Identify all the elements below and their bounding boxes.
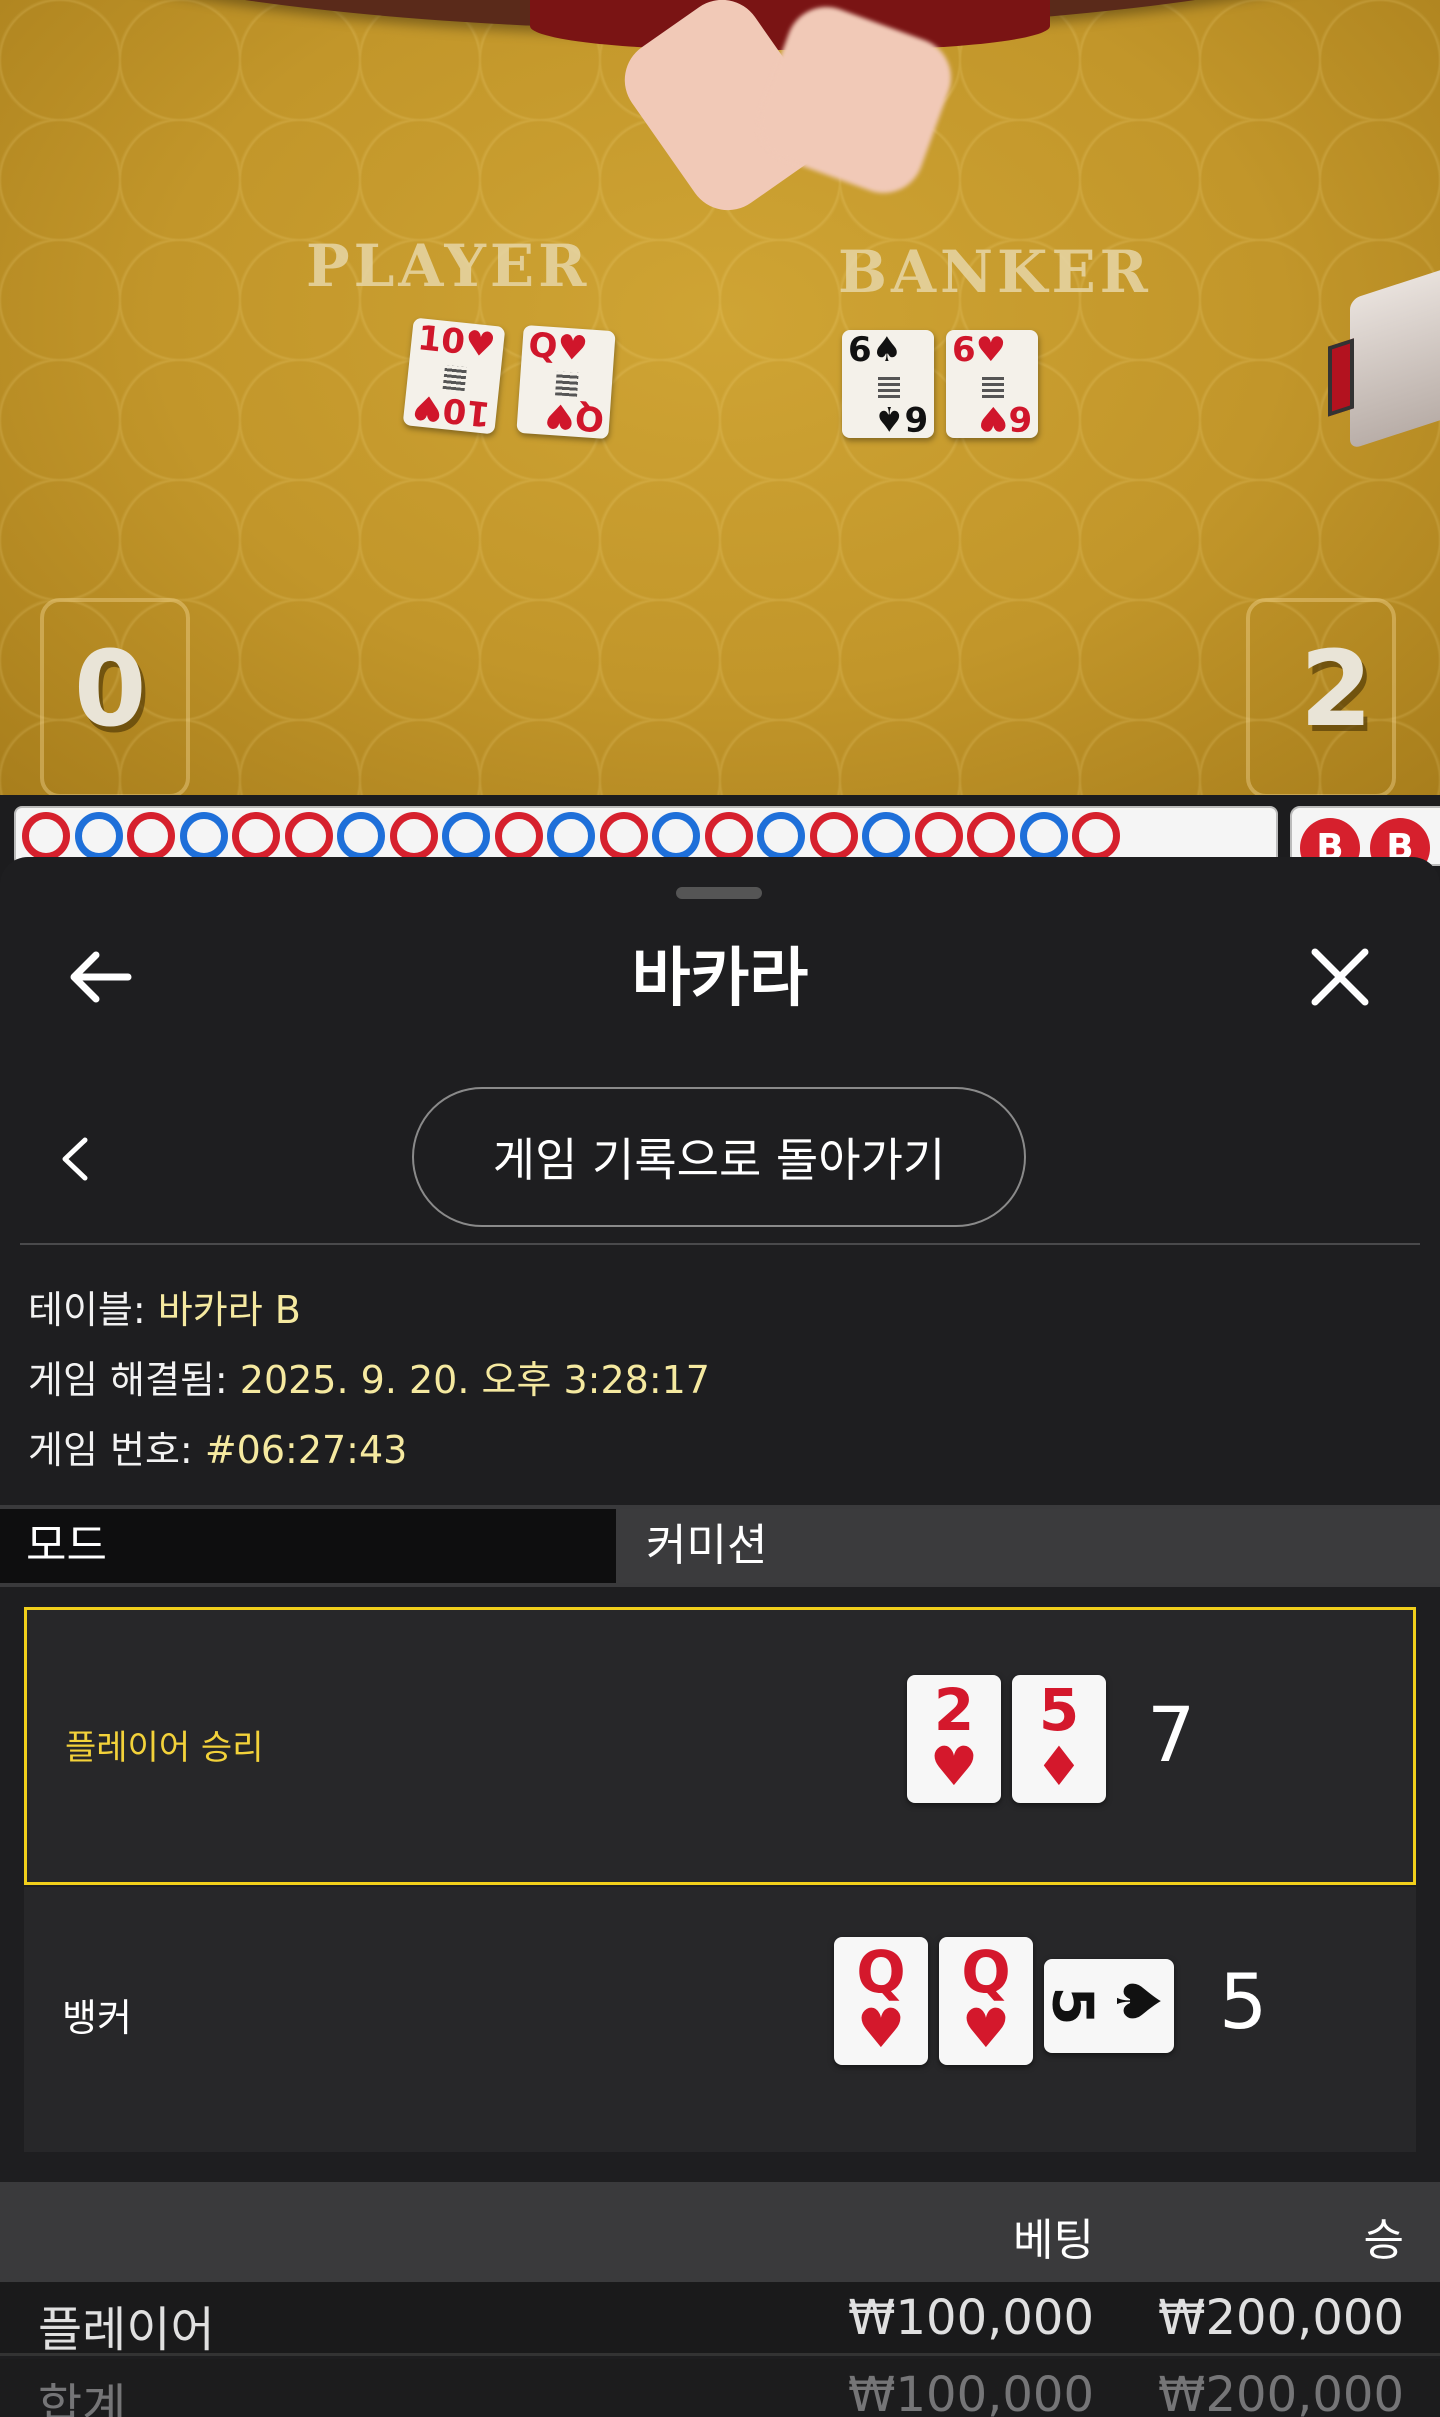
player-score: 0 bbox=[74, 628, 147, 750]
banker-score: 2 bbox=[1300, 628, 1373, 750]
banker-card-3: 5 ♠ bbox=[1039, 1959, 1174, 2053]
player-bead bbox=[74, 812, 123, 860]
player-result-label: 플레이어 승리 bbox=[65, 1728, 264, 1768]
mode-label: 모드 bbox=[0, 1509, 620, 1583]
banker-bead bbox=[284, 812, 333, 860]
banker-bead bbox=[599, 812, 648, 860]
previous-button[interactable] bbox=[44, 1119, 104, 1199]
bet-column-header: 베팅 bbox=[1013, 2215, 1094, 2266]
banker-card-2: Q ♥ bbox=[939, 1937, 1033, 2065]
banker-bead bbox=[232, 812, 280, 860]
player-bead bbox=[337, 812, 385, 860]
bets-table-header: 베팅 승 bbox=[0, 2182, 1440, 2282]
resolved-info: 게임 해결됨: 2025. 9. 20. 오후 3:28:17 bbox=[28, 1358, 710, 1402]
chevron-left-icon bbox=[62, 1137, 88, 1181]
close-button[interactable] bbox=[1300, 937, 1380, 1017]
banker-bead bbox=[967, 812, 1015, 860]
banker-points: 5 bbox=[1219, 1957, 1268, 2046]
banker-bead bbox=[494, 812, 543, 860]
return-to-history-button[interactable]: 게임 기록으로 돌아가기 bbox=[412, 1087, 1026, 1227]
banker-bead bbox=[1072, 812, 1120, 860]
banker-card-1: Q ♥ bbox=[834, 1937, 928, 2065]
player-result-panel: 플레이어 승리 2 ♥ 5 ♦ 7 bbox=[24, 1607, 1416, 1885]
table-card-banker-1: 6♠ 6♠ bbox=[842, 330, 934, 438]
player-bead bbox=[1019, 812, 1068, 860]
table-info: 테이블: 바카라 B bbox=[28, 1288, 301, 1332]
win-column-header: 승 bbox=[1363, 2215, 1404, 2266]
player-card-2: 5 ♦ bbox=[1012, 1675, 1106, 1803]
live-video: PLAYER BANKER 10♥ 10♥ Q♥ Q♥ 6♠ 6♠ 6♥ 6♥ … bbox=[0, 0, 1440, 795]
banker-bead bbox=[704, 812, 753, 860]
banker-bead bbox=[389, 812, 438, 860]
table-row: 플레이어 ₩100,000 ₩200,000 bbox=[0, 2282, 1440, 2358]
banker-result-panel: 뱅커 Q ♥ Q ♥ 5 ♠ 5 bbox=[24, 1887, 1416, 2152]
banker-bead bbox=[914, 812, 963, 860]
table-row-total: 합계 ₩100,000 ₩200,000 bbox=[0, 2359, 1440, 2417]
player-bead bbox=[757, 812, 805, 860]
table-card-player-2: Q♥ Q♥ bbox=[516, 324, 616, 440]
banker-bead bbox=[809, 812, 858, 860]
game-number-info: 게임 번호: #06:27:43 bbox=[28, 1428, 408, 1472]
mode-row: 모드 커미션 bbox=[0, 1505, 1440, 1587]
sheet-grabber[interactable] bbox=[676, 887, 762, 899]
close-icon bbox=[1311, 948, 1369, 1006]
banker-result-label: 뱅커 bbox=[62, 1996, 132, 2040]
player-card-1: 2 ♥ bbox=[907, 1675, 1001, 1803]
table-card-banker-2: 6♥ 6♥ bbox=[946, 330, 1038, 438]
player-bead bbox=[547, 812, 595, 860]
player-points: 7 bbox=[1147, 1690, 1196, 1779]
banker-area-label: BANKER bbox=[838, 238, 1152, 306]
divider bbox=[20, 1243, 1420, 1245]
player-bead bbox=[652, 812, 700, 860]
sheet-title: 바카라 bbox=[631, 942, 809, 1016]
table-card-player-1: 10♥ 10♥ bbox=[402, 317, 506, 435]
game-history-sheet: 바카라 게임 기록으로 돌아가기 테이블: 바카라 B 게임 해결됨: 2025… bbox=[0, 857, 1440, 2417]
player-bead bbox=[442, 812, 490, 860]
player-bead bbox=[179, 812, 228, 860]
banker-bead bbox=[127, 812, 175, 860]
banker-bead bbox=[22, 812, 70, 860]
player-area-label: PLAYER bbox=[306, 232, 591, 300]
player-bead bbox=[862, 812, 910, 860]
mode-value: 커미션 bbox=[620, 1509, 1440, 1583]
